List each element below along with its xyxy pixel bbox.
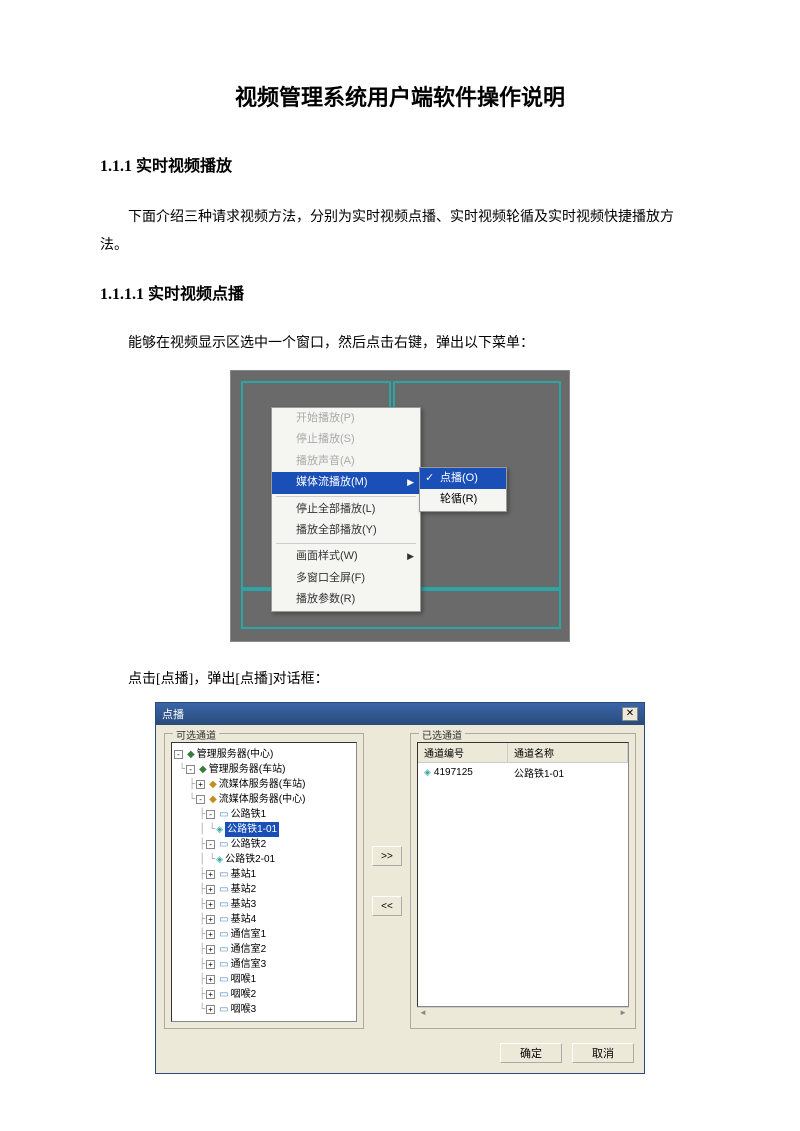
available-channels-group: 可选通道 -◆管理服务器(中心) └-◆管理服务器(车站) ├+◆流媒体服务器(… bbox=[164, 733, 364, 1029]
submenu-arrow-icon: ▶ bbox=[407, 476, 414, 489]
transfer-buttons: >> << bbox=[370, 733, 404, 1029]
add-channel-button[interactable]: >> bbox=[372, 846, 402, 866]
tree-node[interactable]: ├+▭通信室2 bbox=[174, 942, 354, 957]
available-channels-label: 可选通道 bbox=[173, 727, 219, 742]
ok-button[interactable]: 确定 bbox=[500, 1043, 562, 1063]
tree-node[interactable]: └-◆管理服务器(车站) bbox=[174, 762, 354, 777]
tree-node[interactable]: └+▭咽喉3 bbox=[174, 1002, 354, 1017]
vod-dialog: 点播 ✕ 可选通道 -◆管理服务器(中心) └-◆管理服务器(车站) ├+◆流媒… bbox=[155, 702, 645, 1074]
tree-node[interactable]: ├+▭通信室1 bbox=[174, 927, 354, 942]
intro-paragraph: 下面介绍三种请求视频方法，分别为实时视频点播、实时视频轮循及实时视频快捷播放方法… bbox=[100, 204, 700, 260]
document-title: 视频管理系统用户端软件操作说明 bbox=[100, 80, 700, 112]
tree-node[interactable]: -◆管理服务器(中心) bbox=[174, 747, 354, 762]
tree-node[interactable]: ├+▭咽喉2 bbox=[174, 987, 354, 1002]
screenshot-context-menu: 开始播放(P) 停止播放(S) 播放声音(A) 媒体流播放(M) ▶ 停止全部播… bbox=[230, 370, 570, 642]
menu-media-stream[interactable]: 媒体流播放(M) ▶ bbox=[272, 472, 420, 493]
tree-node[interactable]: ├+▭基站3 bbox=[174, 897, 354, 912]
check-icon: ✓ bbox=[425, 471, 434, 486]
tree-node[interactable]: ├+▭咽喉1 bbox=[174, 972, 354, 987]
dialog-body: 可选通道 -◆管理服务器(中心) └-◆管理服务器(车站) ├+◆流媒体服务器(… bbox=[156, 725, 644, 1037]
menu-separator bbox=[276, 543, 416, 544]
menu-stop-play[interactable]: 停止播放(S) bbox=[272, 429, 420, 450]
channel-tree[interactable]: -◆管理服务器(中心) └-◆管理服务器(车站) ├+◆流媒体服务器(车站) └… bbox=[171, 742, 357, 1022]
dialog-footer: 确定 取消 bbox=[156, 1037, 644, 1073]
submenu-vod-label: 点播(O) bbox=[440, 472, 478, 484]
section-heading-1: 1.1.1 实时视频播放 bbox=[100, 152, 700, 176]
context-menu: 开始播放(P) 停止播放(S) 播放声音(A) 媒体流播放(M) ▶ 停止全部播… bbox=[271, 407, 421, 612]
selected-channels-label: 已选通道 bbox=[419, 727, 465, 742]
tree-node[interactable]: ├+▭基站4 bbox=[174, 912, 354, 927]
table-header: 通道编号 通道名称 bbox=[418, 743, 628, 763]
tree-node[interactable]: ├+▭基站1 bbox=[174, 867, 354, 882]
figure-caption-2: 点击[点播]，弹出[点播]对话框： bbox=[100, 666, 700, 694]
tree-node[interactable]: ├-▭公路铁1 bbox=[174, 807, 354, 822]
camera-icon: ◈ bbox=[424, 767, 431, 778]
submenu-rotate[interactable]: 轮循(R) bbox=[420, 489, 506, 510]
tree-node[interactable]: ├+▭通信室3 bbox=[174, 957, 354, 972]
submenu-arrow-icon: ▶ bbox=[407, 550, 414, 563]
close-button[interactable]: ✕ bbox=[622, 707, 638, 721]
tree-selected-node: 公路铁1-01 bbox=[225, 822, 279, 837]
tree-node[interactable]: └-◆流媒体服务器(中心) bbox=[174, 792, 354, 807]
context-submenu: ✓ 点播(O) 轮循(R) bbox=[419, 467, 507, 512]
tree-node[interactable]: │ └◈公路铁2-01 bbox=[174, 852, 354, 867]
menu-separator bbox=[276, 496, 416, 497]
tree-node[interactable]: ├-▭公路铁2 bbox=[174, 837, 354, 852]
tree-node[interactable]: │ └◈公路铁1-01 bbox=[174, 822, 354, 837]
table-row[interactable]: ◈4197125 公路铁1-01 bbox=[418, 763, 628, 782]
tree-node[interactable]: ├+▭基站2 bbox=[174, 882, 354, 897]
menu-media-stream-label: 媒体流播放(M) bbox=[296, 476, 368, 488]
cell-channel-id: 4197125 bbox=[434, 767, 473, 778]
submenu-vod[interactable]: ✓ 点播(O) bbox=[420, 468, 506, 489]
col-channel-name[interactable]: 通道名称 bbox=[508, 743, 628, 762]
selected-channels-table[interactable]: 通道编号 通道名称 ◈4197125 公路铁1-01 bbox=[417, 742, 629, 1007]
figure-caption-1: 能够在视频显示区选中一个窗口，然后点击右键，弹出以下菜单： bbox=[100, 330, 700, 358]
cell-channel-name: 公路铁1-01 bbox=[508, 765, 628, 780]
tree-node[interactable]: ├+◆流媒体服务器(车站) bbox=[174, 777, 354, 792]
remove-channel-button[interactable]: << bbox=[372, 896, 402, 916]
selected-channels-group: 已选通道 通道编号 通道名称 ◈4197125 公路铁1-01 ◄► bbox=[410, 733, 636, 1029]
dialog-titlebar: 点播 ✕ bbox=[156, 703, 644, 725]
section-heading-2: 1.1.1.1 实时视频点播 bbox=[100, 280, 700, 304]
menu-play-sound[interactable]: 播放声音(A) bbox=[272, 451, 420, 472]
menu-style[interactable]: 画面样式(W) ▶ bbox=[272, 546, 420, 567]
cancel-button[interactable]: 取消 bbox=[572, 1043, 634, 1063]
dialog-title-text: 点播 bbox=[162, 706, 184, 722]
menu-fullscreen[interactable]: 多窗口全屏(F) bbox=[272, 568, 420, 589]
horizontal-scrollbar[interactable]: ◄► bbox=[417, 1007, 629, 1019]
menu-style-label: 画面样式(W) bbox=[296, 550, 358, 562]
menu-start-play[interactable]: 开始播放(P) bbox=[272, 408, 420, 429]
col-channel-id[interactable]: 通道编号 bbox=[418, 743, 508, 762]
menu-play-all[interactable]: 播放全部播放(Y) bbox=[272, 520, 420, 541]
menu-stop-all[interactable]: 停止全部播放(L) bbox=[272, 499, 420, 520]
screenshot-vod-dialog: 点播 ✕ 可选通道 -◆管理服务器(中心) └-◆管理服务器(车站) ├+◆流媒… bbox=[155, 702, 645, 1074]
menu-params[interactable]: 播放参数(R) bbox=[272, 589, 420, 610]
